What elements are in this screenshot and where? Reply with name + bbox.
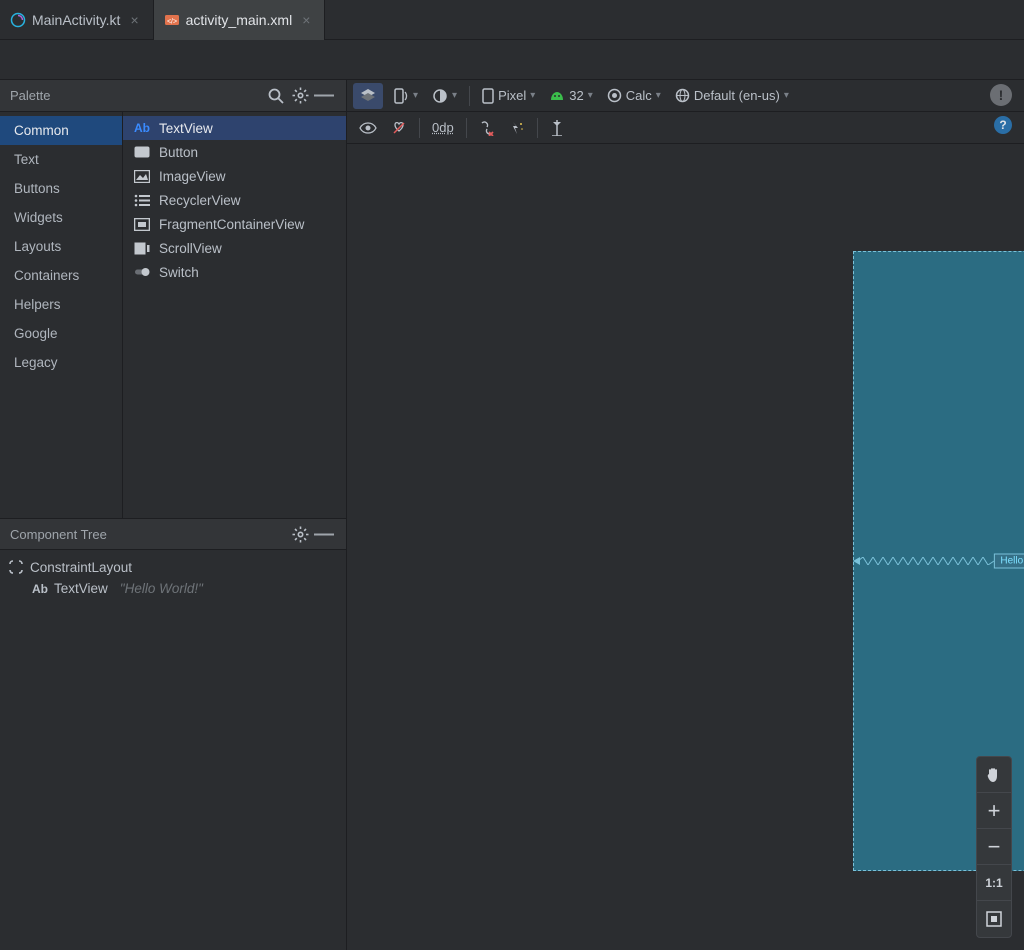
palette-item-recyclerview[interactable]: RecyclerView <box>123 188 346 212</box>
tab-mainactivity[interactable]: MainActivity.kt × <box>0 0 154 40</box>
category-helpers[interactable]: Helpers <box>0 290 122 319</box>
category-text[interactable]: Text <box>0 145 122 174</box>
category-widgets[interactable]: Widgets <box>0 203 122 232</box>
category-layouts[interactable]: Layouts <box>0 232 122 261</box>
left-panel: Palette — Common Text Buttons Widgets La… <box>0 80 347 950</box>
constraintlayout-icon <box>8 559 24 575</box>
fragment-icon <box>133 216 151 232</box>
palette-item-switch[interactable]: Switch <box>123 260 346 284</box>
orientation-button[interactable]: ▾ <box>385 83 424 109</box>
tab-label: MainActivity.kt <box>32 12 120 28</box>
minimize-icon[interactable]: — <box>312 522 336 546</box>
gear-icon[interactable] <box>288 522 312 546</box>
scrollview-icon <box>133 240 151 256</box>
palette-categories: Common Text Buttons Widgets Layouts Cont… <box>0 112 123 518</box>
textview-widget[interactable]: Hello World! <box>993 554 1024 569</box>
zoom-controls: + − 1:1 <box>976 756 1012 938</box>
tree-root[interactable]: ConstraintLayout <box>8 556 338 578</box>
imageview-icon <box>133 168 151 184</box>
button-icon <box>133 144 151 160</box>
palette-item-fragmentcontainer[interactable]: FragmentContainerView <box>123 212 346 236</box>
guidelines-button[interactable] <box>544 115 570 141</box>
textview-icon: Ab <box>133 120 151 136</box>
pan-button[interactable] <box>977 757 1011 793</box>
infer-constraints-button[interactable] <box>503 115 531 141</box>
tab-label: activity_main.xml <box>186 12 293 28</box>
xml-file-icon: </> <box>164 12 180 28</box>
design-surface[interactable]: Hello World! + − 1:1 <box>347 144 1024 950</box>
category-containers[interactable]: Containers <box>0 261 122 290</box>
design-editor: ▾ ▾ Pixel▾ 32▾ Calc▾ Default (en-us)▾ <box>347 80 1024 950</box>
tab-activitymain[interactable]: </> activity_main.xml × <box>154 0 326 40</box>
palette-body: Common Text Buttons Widgets Layouts Cont… <box>0 112 346 518</box>
breadcrumb-bar <box>0 40 1024 80</box>
palette-items: Ab TextView Button ImageView RecyclerVie… <box>123 112 346 518</box>
category-buttons[interactable]: Buttons <box>0 174 122 203</box>
tree-hint: "Hello World!" <box>120 581 203 596</box>
design-surface-button[interactable] <box>353 83 383 109</box>
editor-tabs: MainActivity.kt × </> activity_main.xml … <box>0 0 1024 40</box>
palette-item-textview[interactable]: Ab TextView <box>123 116 346 140</box>
component-tree-title: Component Tree <box>10 527 107 542</box>
category-legacy[interactable]: Legacy <box>0 348 122 377</box>
nightmode-button[interactable]: ▾ <box>426 83 463 109</box>
theme-picker[interactable]: Calc▾ <box>601 83 667 109</box>
recyclerview-icon <box>133 192 151 208</box>
zoom-fit-button[interactable] <box>977 901 1011 937</box>
textview-icon: Ab <box>32 582 48 596</box>
design-toolbar-2: 0dp ? <box>347 112 1024 144</box>
palette-item-button[interactable]: Button <box>123 140 346 164</box>
warnings-button[interactable]: ! <box>990 84 1012 106</box>
autoconnect-button[interactable] <box>385 115 413 141</box>
component-tree: ConstraintLayout Ab TextView "Hello Worl… <box>0 550 346 950</box>
help-button[interactable]: ? <box>994 116 1012 134</box>
close-icon[interactable]: × <box>298 12 314 28</box>
gear-icon[interactable] <box>288 84 312 108</box>
default-margin[interactable]: 0dp <box>426 115 460 141</box>
palette-item-imageview[interactable]: ImageView <box>123 164 346 188</box>
palette-header: Palette — <box>0 80 346 112</box>
category-google[interactable]: Google <box>0 319 122 348</box>
device-picker[interactable]: Pixel▾ <box>476 83 541 109</box>
minimize-icon[interactable]: — <box>312 84 336 108</box>
zoom-in-button[interactable]: + <box>977 793 1011 829</box>
visibility-button[interactable] <box>353 115 383 141</box>
switch-icon <box>133 264 151 280</box>
component-tree-header: Component Tree — <box>0 518 346 550</box>
search-icon[interactable] <box>264 84 288 108</box>
api-picker[interactable]: 32▾ <box>543 83 599 109</box>
zoom-out-button[interactable]: − <box>977 829 1011 865</box>
zoom-reset-button[interactable]: 1:1 <box>977 865 1011 901</box>
tree-child-textview[interactable]: Ab TextView "Hello World!" <box>8 578 338 599</box>
clear-constraints-button[interactable] <box>473 115 501 141</box>
palette-title: Palette <box>10 88 50 103</box>
palette-item-scrollview[interactable]: ScrollView <box>123 236 346 260</box>
kotlin-file-icon <box>10 12 26 28</box>
design-toolbar-1: ▾ ▾ Pixel▾ 32▾ Calc▾ Default (en-us)▾ <box>347 80 1024 112</box>
close-icon[interactable]: × <box>126 12 142 28</box>
locale-picker[interactable]: Default (en-us)▾ <box>669 83 795 109</box>
constraint-spring-left-icon <box>858 557 994 565</box>
svg-text:</>: </> <box>167 18 177 25</box>
category-common[interactable]: Common <box>0 116 122 145</box>
